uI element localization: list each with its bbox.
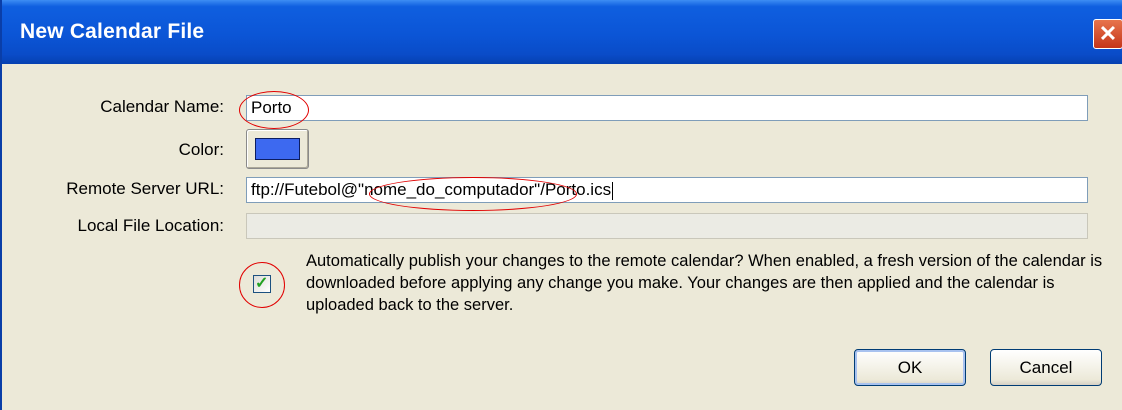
checkmark-icon: ✓	[255, 275, 269, 292]
calendar-name-value: Porto	[251, 98, 292, 117]
remote-url-label: Remote Server URL:	[66, 179, 224, 198]
calendar-name-label: Calendar Name:	[100, 97, 224, 116]
new-calendar-dialog: New Calendar File ✕ Calendar Name: Porto…	[0, 0, 1122, 410]
auto-publish-description: Automatically publish your changes to th…	[306, 252, 1103, 314]
calendar-name-input[interactable]: Porto	[246, 95, 1088, 121]
title-bar[interactable]: New Calendar File ✕	[2, 0, 1122, 64]
remote-url-value: ftp://Futebol@"nome_do_computador"/Porto…	[251, 180, 612, 199]
remote-url-input[interactable]: ftp://Futebol@"nome_do_computador"/Porto…	[246, 177, 1088, 203]
color-swatch	[255, 138, 300, 160]
local-file-input[interactable]	[246, 213, 1088, 239]
color-picker-button[interactable]	[246, 129, 309, 169]
cancel-button[interactable]: Cancel	[990, 349, 1102, 386]
auto-publish-checkbox[interactable]: ✓	[253, 275, 271, 293]
color-label: Color:	[178, 140, 224, 159]
dialog-title: New Calendar File	[20, 20, 205, 43]
close-icon[interactable]: ✕	[1093, 19, 1122, 49]
text-caret	[612, 181, 614, 200]
ok-button[interactable]: OK	[854, 349, 966, 386]
local-file-label: Local File Location:	[77, 216, 224, 235]
